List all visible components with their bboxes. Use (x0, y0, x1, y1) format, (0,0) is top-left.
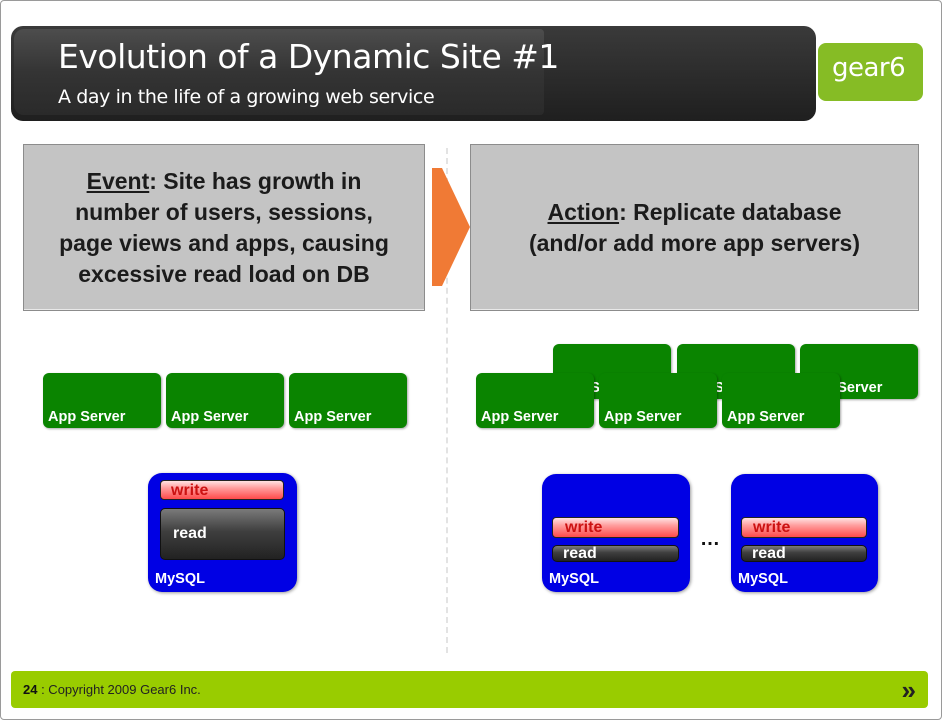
write-bar: write (552, 517, 679, 538)
action-text-line1: : Replicate database (619, 198, 842, 225)
app-server-box: App Server (166, 373, 284, 428)
app-server-box: App Server (722, 373, 840, 428)
app-server-box: App Server (289, 373, 407, 428)
gear6-logo: gear6 (818, 43, 923, 101)
app-server-label: App Server (294, 409, 372, 425)
app-server-label: App Server (171, 409, 249, 425)
mysql-label: MySQL (738, 571, 788, 587)
read-block: read (741, 545, 867, 562)
slide-title: Evolution of a Dynamic Site #1 (58, 37, 559, 76)
app-server-label: App Server (727, 409, 805, 425)
next-slide-icon[interactable]: » (902, 675, 916, 706)
app-server-label: App Server (481, 409, 559, 425)
read-block: read (160, 508, 285, 560)
event-label: Event (86, 167, 150, 194)
mysql-database: write read MySQL (731, 474, 878, 592)
right-arrow-icon (432, 168, 470, 286)
event-text-line2: number of users, sessions, (75, 198, 373, 225)
mysql-label: MySQL (155, 571, 205, 587)
logo-text: gear6 (832, 53, 906, 83)
mysql-database: write read MySQL (148, 473, 297, 592)
event-text-line3: page views and apps, causing (59, 229, 389, 256)
mysql-label: MySQL (549, 571, 599, 587)
app-server-label: App Server (604, 409, 682, 425)
mysql-database: write read MySQL (542, 474, 690, 592)
action-box: Action: Replicate database (and/or add m… (470, 144, 919, 311)
app-server-box: App Server (43, 373, 161, 428)
page-number: 24 (23, 682, 38, 697)
read-block: read (552, 545, 679, 562)
footer-bar: 24 : Copyright 2009 Gear6 Inc. » (11, 671, 928, 708)
app-server-label: App Server (48, 409, 126, 425)
slide-subtitle: A day in the life of a growing web servi… (58, 86, 435, 108)
write-bar: write (160, 480, 284, 500)
app-server-box: App Server (476, 373, 594, 428)
write-bar: write (741, 517, 867, 538)
event-text-line1: : Site has growth in (149, 167, 362, 194)
copyright-text: : Copyright 2009 Gear6 Inc. (37, 682, 201, 697)
event-box: Event: Site has growth in number of user… (23, 144, 425, 311)
event-text-line4: excessive read load on DB (78, 260, 370, 287)
action-text-line2: (and/or add more app servers) (528, 229, 861, 256)
action-label: Action (547, 198, 620, 225)
ellipsis: … (700, 528, 720, 550)
app-server-box: App Server (599, 373, 717, 428)
footer-copyright: 24 : Copyright 2009 Gear6 Inc. (23, 682, 201, 697)
